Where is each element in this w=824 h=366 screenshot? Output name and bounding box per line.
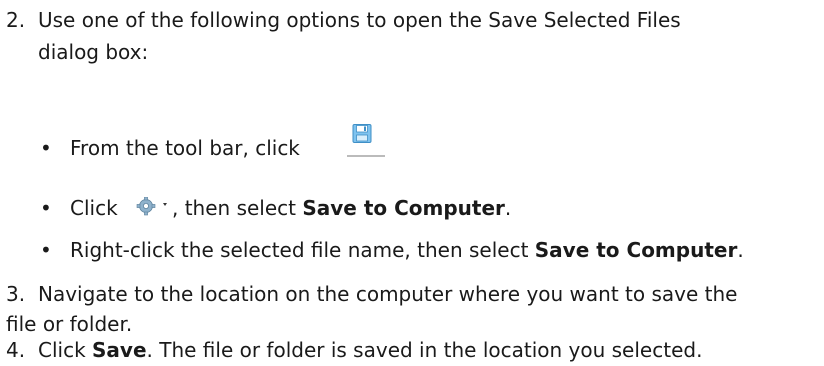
bullet-2-bold-action: Save to Computer	[302, 196, 505, 220]
bullet-2-text-rest: , then select Save to Computer.	[172, 196, 511, 220]
bullet-3-text: Right-click the selected file name, then…	[70, 238, 744, 262]
bullet-1-text: From the tool bar, click	[70, 136, 300, 160]
bullet-2-then-select: , then select	[172, 196, 296, 220]
step-4-number: 4.	[6, 338, 26, 362]
step-4-rest: . The file or folder is saved in the loc…	[146, 338, 703, 362]
bullet-2-period: .	[504, 196, 512, 220]
bullet-2-text: Click	[70, 196, 118, 220]
step-3-number: 3.	[6, 282, 26, 306]
bullet-dot: •	[40, 238, 52, 262]
step-2-text-line2: dialog box:	[38, 40, 149, 64]
bullet-2-click-label: Click	[70, 196, 118, 220]
gear-dropdown-icon[interactable]	[135, 196, 169, 219]
step-2-text-line1: Use one of the following options to open…	[38, 8, 681, 32]
step-3-text-line2: file or folder.	[6, 312, 133, 336]
step-4-text: Click Save. The file or folder is saved …	[38, 338, 702, 362]
step-2-number: 2.	[6, 8, 26, 32]
bullet-3-bold-action: Save to Computer	[534, 238, 738, 262]
step-4-click-label: Click	[38, 338, 86, 362]
step-3-text-line1: Navigate to the location on the computer…	[38, 282, 738, 306]
bullet-3-period: .	[737, 238, 744, 262]
step-4-bold-action: Save	[92, 338, 147, 362]
bullet-3-prefix: Right-click the selected file name, then…	[70, 238, 529, 262]
floppy-disk-icon[interactable]	[347, 124, 385, 158]
bullet-dot: •	[40, 196, 52, 220]
bullet-dot: •	[40, 136, 52, 160]
